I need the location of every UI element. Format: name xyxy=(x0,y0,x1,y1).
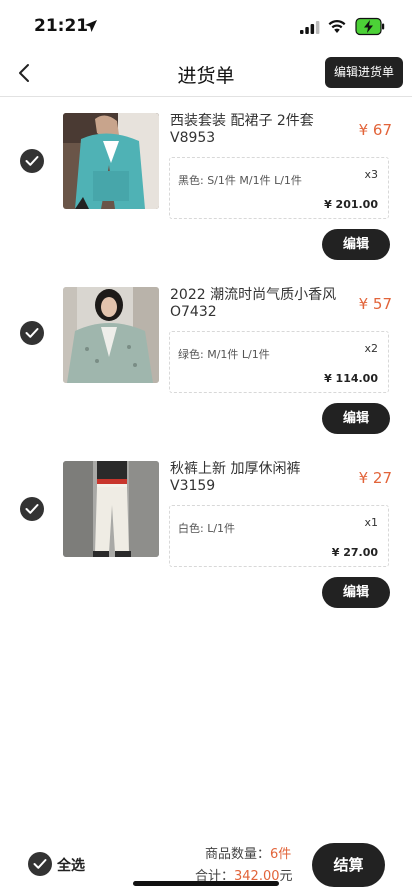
quantity: x1 xyxy=(364,516,378,529)
checkmark-icon xyxy=(33,859,47,869)
checkmark-icon xyxy=(25,328,39,338)
item-count-value: 6件 xyxy=(270,847,292,862)
status-bar: 21:21 xyxy=(0,0,412,52)
item-checkbox[interactable] xyxy=(20,497,44,521)
status-time: 21:21 xyxy=(34,16,89,36)
item-subtotal: ¥ 27.00 xyxy=(331,546,378,559)
home-indicator xyxy=(133,881,279,886)
spec-text: 绿色: M/1件 L/1件 xyxy=(178,348,270,361)
edit-list-button[interactable]: 编辑进货单 xyxy=(325,57,403,88)
item-subtotal: ¥ 201.00 xyxy=(324,198,378,211)
item-count: 商品数量：6件 xyxy=(205,843,291,862)
select-all-label: 全选 xyxy=(57,858,85,874)
total-unit: 元 xyxy=(279,869,293,884)
location-arrow-icon xyxy=(85,20,97,32)
battery-charging-icon xyxy=(355,17,385,36)
cart-item: 2022 潮流时尚气质小香风 O7432 ¥ 57 绿色: M/1件 L/1件 … xyxy=(0,287,412,457)
product-name: 西装套装 配裙子 2件套 V8953 xyxy=(170,113,314,146)
spec-text: 白色: L/1件 xyxy=(178,522,236,535)
product-price: ¥ 57 xyxy=(358,295,392,313)
cellular-signal-icon xyxy=(300,21,320,34)
nav-bar: 进货单 编辑进货单 xyxy=(0,52,412,97)
item-checkbox[interactable] xyxy=(20,149,44,173)
spec-box: 白色: L/1件 x1 ¥ 27.00 xyxy=(169,505,389,567)
edit-item-button[interactable]: 编辑 xyxy=(322,403,390,434)
checkmark-icon xyxy=(25,156,39,166)
cart-item: 秋裤上新 加厚休闲裤 V3159 ¥ 27 白色: L/1件 x1 ¥ 27.0… xyxy=(0,461,412,631)
product-name: 2022 潮流时尚气质小香风 O7432 xyxy=(170,287,337,320)
cart-item: 西装套装 配裙子 2件套 V8953 ¥ 67 黑色: S/1件 M/1件 L/… xyxy=(0,113,412,283)
checkout-button[interactable]: 结算 xyxy=(312,843,385,887)
product-image[interactable] xyxy=(63,461,159,557)
edit-item-button[interactable]: 编辑 xyxy=(322,577,390,608)
quantity: x2 xyxy=(364,342,378,355)
product-price: ¥ 67 xyxy=(358,121,392,139)
product-price: ¥ 27 xyxy=(358,469,392,487)
spec-box: 黑色: S/1件 M/1件 L/1件 x3 ¥ 201.00 xyxy=(169,157,389,219)
quantity: x3 xyxy=(364,168,378,181)
item-checkbox[interactable] xyxy=(20,321,44,345)
item-subtotal: ¥ 114.00 xyxy=(324,372,378,385)
spec-text: 黑色: S/1件 M/1件 L/1件 xyxy=(178,174,302,187)
edit-item-button[interactable]: 编辑 xyxy=(322,229,390,260)
select-all-checkbox[interactable] xyxy=(28,852,52,876)
wifi-icon xyxy=(328,20,346,33)
checkmark-icon xyxy=(25,504,39,514)
product-name: 秋裤上新 加厚休闲裤 V3159 xyxy=(170,461,301,494)
spec-box: 绿色: M/1件 L/1件 x2 ¥ 114.00 xyxy=(169,331,389,393)
item-count-label: 商品数量： xyxy=(205,847,271,862)
product-image[interactable] xyxy=(63,287,159,383)
product-image[interactable] xyxy=(63,113,159,209)
